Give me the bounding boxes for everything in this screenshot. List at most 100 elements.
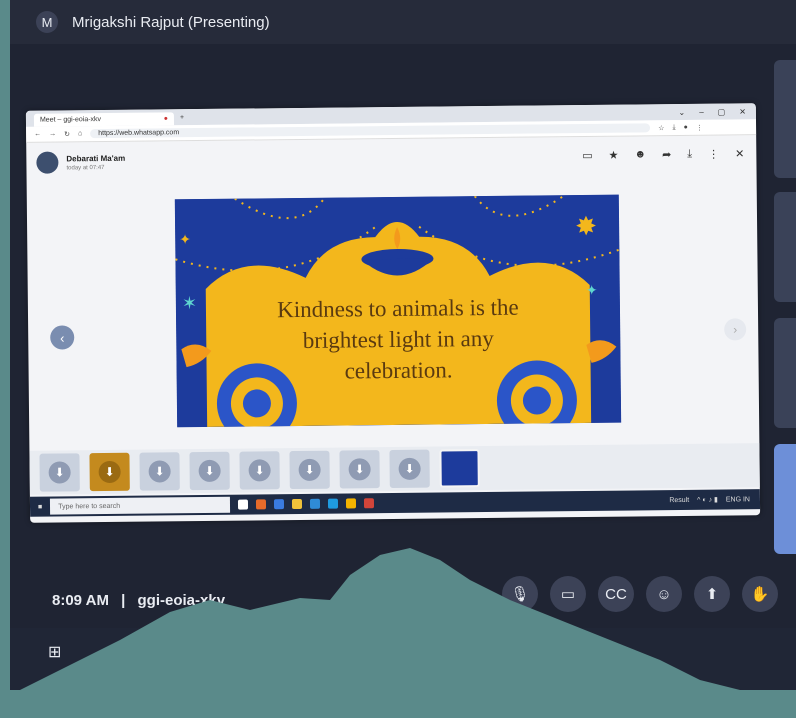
participant-tile[interactable] xyxy=(774,192,796,302)
result-label[interactable]: Result xyxy=(669,496,689,503)
microphone-button[interactable]: 🎙 xyxy=(502,576,538,612)
windows-start-icon[interactable]: ⊞ xyxy=(48,642,66,661)
download-icon: ⬇ xyxy=(98,460,121,484)
download-icon[interactable]: ⤓ xyxy=(672,124,675,132)
slide-quote-line: Kindness to animals is the xyxy=(277,294,519,323)
media-thumbnail[interactable]: ⬇ xyxy=(239,451,280,490)
participant-tiles xyxy=(774,60,796,560)
svg-text:✦: ✦ xyxy=(586,283,598,299)
laptop-taskbar: ⊞ xyxy=(10,628,796,690)
back-icon[interactable]: ← xyxy=(34,131,41,138)
media-thumbnail[interactable]: ⬇ xyxy=(139,452,180,491)
presenter-label: Mrigakshi Rajput (Presenting) xyxy=(72,13,270,31)
store-icon[interactable] xyxy=(310,498,321,509)
download-icon: ⬇ xyxy=(148,460,171,483)
captions-icon: CC xyxy=(605,585,627,603)
meeting-code: ggi-eoia-xkv xyxy=(137,592,226,609)
camera-icon: ▭ xyxy=(560,586,576,603)
svg-text:✶: ✶ xyxy=(182,293,197,314)
task-view-icon[interactable] xyxy=(238,499,249,510)
menu-icon[interactable]: ⋮ xyxy=(708,148,719,161)
meet-header: M Mrigakshi Rajput (Presenting) xyxy=(10,0,796,44)
download-icon: ⬇ xyxy=(48,461,71,484)
diwali-slide-image: ✸ ✶ ✦ ✦ Kindness to animals is the brigh… xyxy=(174,194,622,428)
folder-icon[interactable] xyxy=(292,498,303,510)
svg-text:✦: ✦ xyxy=(179,232,191,248)
profile-icon[interactable]: ● xyxy=(684,124,688,131)
windows-start-icon[interactable]: ■ xyxy=(38,503,42,510)
shared-browser-window: Meet – ggi-eoia-xkv ● + ⌄ – ▢ ✕ ← → ↻ ⌂ … xyxy=(25,103,761,523)
next-media-button[interactable]: › xyxy=(724,318,747,341)
presenter-avatar: M xyxy=(36,11,58,33)
browser-tab[interactable]: Meet – ggi-eoia-xkv ● xyxy=(33,112,175,127)
sender-name: Debarati Ma'am xyxy=(66,153,126,163)
chrome-icon[interactable] xyxy=(346,498,357,509)
slide-quote-line: brightest light in any xyxy=(302,325,494,353)
home-icon[interactable]: ⌂ xyxy=(78,130,82,137)
taskbar-search-input[interactable]: Type here to search xyxy=(50,496,231,515)
app-icon[interactable] xyxy=(274,499,285,510)
whatsapp-media-header: Debarati Ma'am today at 07:47 ▭ ★ ☻ ➦ ⤓ … xyxy=(26,135,756,183)
tab-title: Meet – ggi-eoia-xkv xyxy=(39,116,102,124)
meeting-info: 8:09 AM | ggi-eoia-xkv xyxy=(52,592,225,609)
forward-icon[interactable]: → xyxy=(49,131,56,138)
captions-button[interactable]: CC xyxy=(598,576,634,612)
media-thumbnail[interactable]: ⬇ xyxy=(189,451,230,491)
message-timestamp: today at 07:47 xyxy=(66,164,105,171)
media-actions: ▭ ★ ☻ ➦ ⤓ ⋮ ✕ xyxy=(582,147,744,162)
menu-icon[interactable]: ⋮ xyxy=(696,123,703,131)
media-thumbnail[interactable]: ⬇ xyxy=(89,452,130,492)
present-icon: ⬆ xyxy=(705,586,719,603)
media-thumbnail[interactable]: ⬇ xyxy=(39,453,80,492)
hand-icon: ✋ xyxy=(750,586,770,603)
emoji-icon[interactable]: ☻ xyxy=(634,148,646,161)
forward-icon[interactable]: ➦ xyxy=(662,148,671,161)
download-icon: ⬇ xyxy=(248,459,271,482)
meeting-time: 8:09 AM xyxy=(52,592,109,609)
photo-stage: M Mrigakshi Rajput (Presenting) Meet – g… xyxy=(0,0,796,718)
previous-media-button[interactable]: ‹ xyxy=(50,325,75,350)
system-tray: Result ^ ◐ ♪ ▮ ENG IN xyxy=(669,495,760,504)
url-field[interactable]: https://web.whatsapp.com xyxy=(90,123,651,139)
reload-icon[interactable]: ↻ xyxy=(64,130,70,138)
star-icon[interactable]: ★ xyxy=(609,149,619,162)
microphone-icon: 🎙 xyxy=(510,586,530,603)
minimize-icon[interactable]: – xyxy=(699,107,704,116)
edge-icon[interactable] xyxy=(328,498,339,509)
powerpoint-icon[interactable] xyxy=(364,498,375,509)
download-icon[interactable]: ⤓ xyxy=(687,148,692,161)
tray-icons[interactable]: ^ ◐ ♪ ▮ xyxy=(697,496,718,504)
emoji-button[interactable]: ☺ xyxy=(646,576,682,612)
media-thumbnail[interactable]: ⬇ xyxy=(289,450,330,490)
participant-tile[interactable] xyxy=(774,318,796,428)
maximize-icon[interactable]: ▢ xyxy=(718,107,726,116)
close-icon[interactable]: ✕ xyxy=(735,147,744,160)
firefox-icon[interactable] xyxy=(256,499,267,510)
media-thumbnail-strip: ⬇ ⬇ ⬇ ⬇ ⬇ ⬇ ⬇ ⬇ xyxy=(29,443,760,495)
chevron-down-icon[interactable]: ⌄ xyxy=(678,107,685,116)
close-icon[interactable]: ✕ xyxy=(739,107,746,116)
present-button[interactable]: ⬆ xyxy=(694,576,730,612)
svg-text:✸: ✸ xyxy=(575,212,597,242)
new-tab-icon[interactable]: + xyxy=(180,114,184,121)
emoji-icon: ☺ xyxy=(656,585,672,603)
slide-quote: Kindness to animals is the brightest lig… xyxy=(236,291,561,387)
star-icon[interactable]: ☆ xyxy=(658,124,664,132)
participant-tile[interactable] xyxy=(774,444,796,554)
slide-quote-line: celebration. xyxy=(344,357,453,384)
meeting-separator: | xyxy=(121,592,126,609)
download-icon: ⬇ xyxy=(348,458,371,481)
media-thumbnail[interactable]: ⬇ xyxy=(339,450,380,489)
tab-close-icon[interactable]: ● xyxy=(164,115,168,122)
media-thumbnail[interactable]: ⬇ xyxy=(389,449,430,489)
camera-button[interactable]: ▭ xyxy=(550,576,586,612)
sender-avatar xyxy=(36,151,59,174)
chat-icon[interactable]: ▭ xyxy=(582,149,593,162)
download-icon: ⬇ xyxy=(398,457,421,480)
download-icon: ⬇ xyxy=(298,458,321,481)
language-indicator[interactable]: ENG IN xyxy=(726,496,750,503)
download-icon: ⬇ xyxy=(198,459,221,483)
raise-hand-button[interactable]: ✋ xyxy=(742,576,778,612)
participant-tile[interactable] xyxy=(774,60,796,178)
media-thumbnail-selected[interactable] xyxy=(439,449,480,488)
